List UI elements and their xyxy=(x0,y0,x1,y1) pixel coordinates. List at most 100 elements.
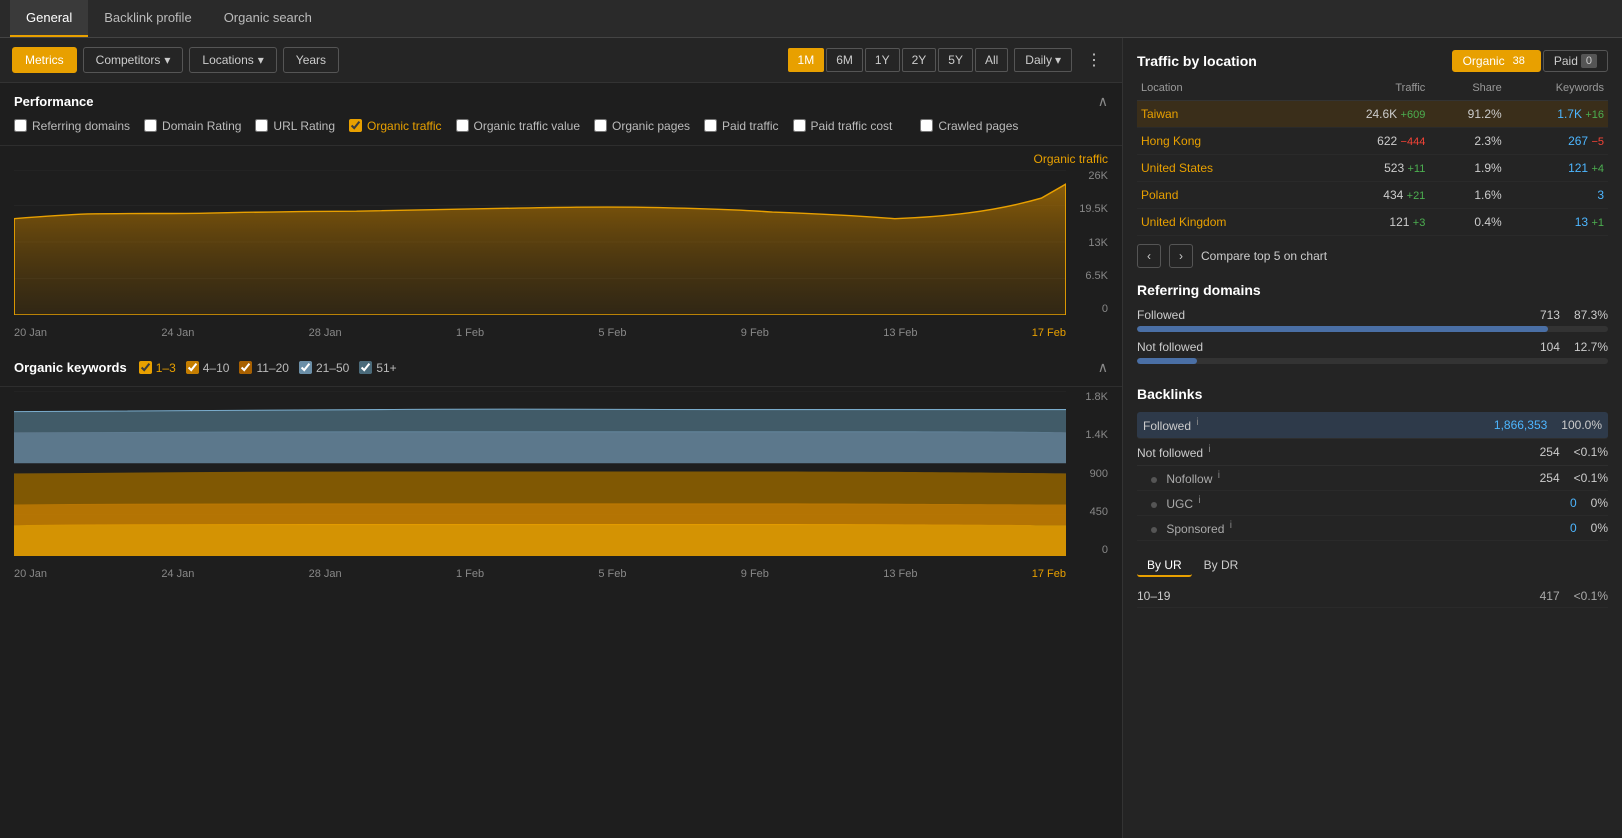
toolbar: Metrics Competitors ▾ Locations ▾ Years … xyxy=(0,38,1122,83)
performance-chart: Organic traffic 26K 19.5K 13K 6.5K 0 xyxy=(14,150,1108,345)
years-button[interactable]: Years xyxy=(283,47,339,73)
main-layout: Metrics Competitors ▾ Locations ▾ Years … xyxy=(0,38,1622,838)
by-section: By UR By DR 10–19 417 <0.1% xyxy=(1137,555,1608,608)
tab-general[interactable]: General xyxy=(10,0,88,37)
cb-organic-pages[interactable]: Organic pages xyxy=(594,119,690,133)
by-dr-tab[interactable]: By DR xyxy=(1194,555,1249,577)
tab-paid[interactable]: Paid 0 xyxy=(1543,50,1608,72)
by-row-pct: <0.1% xyxy=(1574,589,1608,603)
metrics-button[interactable]: Metrics xyxy=(12,47,77,73)
nav-prev[interactable]: ‹ xyxy=(1137,244,1161,268)
daily-dropdown-icon: ▾ xyxy=(1055,53,1061,67)
cb-referring-domains-input[interactable] xyxy=(14,119,27,132)
ref-notfollowed-count: 104 xyxy=(1540,340,1560,354)
bl-followed-pct: 100.0% xyxy=(1561,418,1602,432)
backlinks-title: Backlinks xyxy=(1137,386,1608,402)
ref-bar-followed: Followed 713 87.3% xyxy=(1137,308,1608,332)
daily-button[interactable]: Daily ▾ xyxy=(1014,48,1072,72)
col-share: Share xyxy=(1429,80,1505,101)
chart-organic-label: Organic traffic xyxy=(1034,152,1108,166)
competitors-dropdown-icon: ▾ xyxy=(164,53,170,67)
traffic-taiwan: 24.6K +609 xyxy=(1307,101,1430,128)
tab-organic-search[interactable]: Organic search xyxy=(208,0,328,37)
organic-keywords-chart: 1.8K 1.4K 900 450 0 xyxy=(14,391,1108,586)
cb-paid-traffic-cost-input[interactable] xyxy=(793,119,806,132)
by-ur-tab[interactable]: By UR xyxy=(1137,555,1192,577)
traffic-by-location: Traffic by location Organic 38 Paid 0 xyxy=(1137,50,1608,268)
more-button[interactable]: ⋮ xyxy=(1078,46,1110,74)
traffic-uk: 121 +3 xyxy=(1307,209,1430,236)
notfollowed-info-icon: i xyxy=(1208,444,1210,455)
kw-title: Organic keywords xyxy=(14,360,127,375)
bl-sponsored-count: 0 xyxy=(1570,521,1577,535)
cb-referring-domains[interactable]: Referring domains xyxy=(14,119,130,133)
traffic-tabs: Organic 38 Paid 0 xyxy=(1452,50,1608,72)
by-row-10-19: 10–19 417 <0.1% xyxy=(1137,585,1608,608)
cb-domain-rating-input[interactable] xyxy=(144,119,157,132)
kw-legend-1-3[interactable]: 1–3 xyxy=(139,361,176,375)
tab-organic[interactable]: Organic 38 xyxy=(1452,50,1541,72)
cb-paid-traffic[interactable]: Paid traffic xyxy=(704,119,778,133)
organic-count: 38 xyxy=(1508,54,1530,68)
competitors-button[interactable]: Competitors ▾ xyxy=(83,47,184,73)
locations-button[interactable]: Locations ▾ xyxy=(189,47,276,73)
performance-y-labels: 26K 19.5K 13K 6.5K 0 xyxy=(1070,170,1108,315)
performance-collapse[interactable]: ∧ xyxy=(1098,93,1108,110)
cb-paid-traffic-cost[interactable]: Paid traffic cost xyxy=(793,119,893,133)
bl-ugc-pct: 0% xyxy=(1591,496,1608,510)
ref-followed-count: 713 xyxy=(1540,308,1560,322)
bl-followed-label: Followed i xyxy=(1143,417,1199,433)
locations-dropdown-icon: ▾ xyxy=(258,53,264,67)
kw-legend-11-20[interactable]: 11–20 xyxy=(239,361,288,375)
kw-chart-svg-wrap xyxy=(14,391,1066,556)
time-1m[interactable]: 1M xyxy=(788,48,825,72)
kw-header: Organic keywords 1–3 4–10 11–20 xyxy=(14,359,1108,376)
cb-paid-traffic-input[interactable] xyxy=(704,119,717,132)
time-1y[interactable]: 1Y xyxy=(865,48,900,72)
ref-followed-bar xyxy=(1137,326,1548,332)
share-taiwan: 91.2% xyxy=(1429,101,1505,128)
ugc-info-icon: i xyxy=(1198,495,1200,506)
cb-organic-traffic[interactable]: Organic traffic xyxy=(349,119,441,133)
tab-backlink-profile[interactable]: Backlink profile xyxy=(88,0,207,37)
time-5y[interactable]: 5Y xyxy=(938,48,973,72)
kw-legend-4-10[interactable]: 4–10 xyxy=(186,361,230,375)
kw-legend-21-50[interactable]: 21–50 xyxy=(299,361,349,375)
nav-next[interactable]: › xyxy=(1169,244,1193,268)
bl-ugc-dot xyxy=(1151,502,1157,508)
table-row: Hong Kong 622 −444 2.3% 267 −5 xyxy=(1137,128,1608,155)
time-6m[interactable]: 6M xyxy=(826,48,863,72)
traffic-location-header: Traffic by location Organic 38 Paid 0 xyxy=(1137,50,1608,72)
backlinks-section: Backlinks Followed i 1,866,353 100.0% No… xyxy=(1137,386,1608,541)
share-uk: 0.4% xyxy=(1429,209,1505,236)
cb-domain-rating[interactable]: Domain Rating xyxy=(144,119,241,133)
performance-title: Performance xyxy=(14,94,93,109)
kw-uk: 13 +1 xyxy=(1506,209,1608,236)
traffic-us: 523 +11 xyxy=(1307,155,1430,182)
bl-row-notfollowed: Not followed i 254 <0.1% xyxy=(1137,439,1608,466)
cb-crawled-pages[interactable]: Crawled pages xyxy=(920,119,1018,133)
kw-collapse[interactable]: ∧ xyxy=(1098,359,1108,376)
cb-url-rating-input[interactable] xyxy=(255,119,268,132)
cb-organic-traffic-input[interactable] xyxy=(349,119,362,132)
cb-organic-traffic-value[interactable]: Organic traffic value xyxy=(456,119,581,133)
time-all[interactable]: All xyxy=(975,48,1008,72)
by-tabs: By UR By DR xyxy=(1137,555,1608,577)
bl-notfollowed-count: 254 xyxy=(1540,445,1560,459)
bl-row-ugc: UGC i 0 0% xyxy=(1137,491,1608,516)
cb-crawled-pages-input[interactable] xyxy=(920,119,933,132)
compare-link[interactable]: Compare top 5 on chart xyxy=(1201,249,1327,263)
bl-followed-count: 1,866,353 xyxy=(1494,418,1547,432)
sponsored-info-icon: i xyxy=(1230,520,1232,531)
cb-url-rating[interactable]: URL Rating xyxy=(255,119,335,133)
time-2y[interactable]: 2Y xyxy=(902,48,937,72)
followed-info-icon: i xyxy=(1196,417,1198,428)
left-panel: Metrics Competitors ▾ Locations ▾ Years … xyxy=(0,38,1122,838)
cb-organic-traffic-value-input[interactable] xyxy=(456,119,469,132)
chart-nav: ‹ › Compare top 5 on chart xyxy=(1137,244,1608,268)
kw-legend-51-plus[interactable]: 51+ xyxy=(359,361,396,375)
performance-section: Performance ∧ Referring domains Domain R… xyxy=(0,83,1122,146)
cb-organic-pages-input[interactable] xyxy=(594,119,607,132)
kw-us: 121 +4 xyxy=(1506,155,1608,182)
kw-x-labels: 20 Jan 24 Jan 28 Jan 1 Feb 5 Feb 9 Feb 1… xyxy=(14,568,1066,580)
